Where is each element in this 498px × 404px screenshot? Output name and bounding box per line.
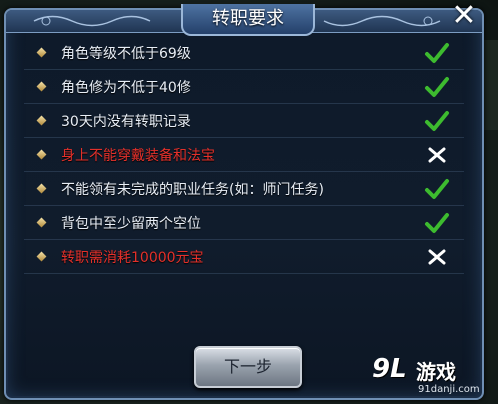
check-icon: [424, 177, 450, 201]
requirement-text: 身上不能穿戴装备和法宝: [61, 147, 215, 164]
diamond-bullet-icon: [36, 217, 47, 228]
ornament-right-icon: [323, 15, 441, 27]
requirement-row: 背包中至少留两个空位: [24, 206, 464, 240]
check-icon: [424, 75, 450, 99]
diamond-bullet-icon: [36, 47, 47, 58]
job-change-requirements-dialog: 转职要求 ✕ 角色等级不低于69级 角色修为不低于40修 30天内没有转职记录 …: [4, 0, 484, 400]
requirement-row: 角色等级不低于69级: [24, 36, 464, 70]
watermark-name: 游戏: [416, 360, 456, 384]
requirement-text: 不能领有未完成的职业任务(如：师门任务): [61, 181, 324, 198]
watermark-url: 91danji.com: [418, 384, 480, 395]
requirement-text: 转职需消耗10000元宝: [61, 249, 204, 266]
requirement-row: 身上不能穿戴装备和法宝: [24, 138, 464, 172]
requirement-row: 转职需消耗10000元宝: [24, 240, 464, 274]
site-watermark: 9L 游戏 91danji.com: [372, 354, 492, 400]
check-icon: [424, 211, 450, 235]
requirement-list: 角色等级不低于69级 角色修为不低于40修 30天内没有转职记录 身上不能穿戴装…: [24, 36, 464, 274]
requirement-text: 角色修为不低于40修: [61, 79, 191, 96]
dialog-title: 转职要求: [181, 4, 315, 36]
watermark-logo: 9L: [372, 354, 407, 384]
cross-icon: [424, 245, 450, 269]
requirement-text: 30天内没有转职记录: [61, 113, 191, 130]
diamond-bullet-icon: [36, 149, 47, 160]
diamond-bullet-icon: [36, 251, 47, 262]
diamond-bullet-icon: [36, 115, 47, 126]
requirement-row: 不能领有未完成的职业任务(如：师门任务): [24, 172, 464, 206]
requirement-text: 背包中至少留两个空位: [61, 215, 201, 232]
requirement-row: 角色修为不低于40修: [24, 70, 464, 104]
requirement-row: 30天内没有转职记录: [24, 104, 464, 138]
check-icon: [424, 41, 450, 65]
diamond-bullet-icon: [36, 183, 47, 194]
close-button[interactable]: ✕: [444, 0, 484, 34]
check-icon: [424, 109, 450, 133]
ornament-left-icon: [33, 15, 151, 27]
next-step-button[interactable]: 下一步: [194, 346, 302, 388]
cross-icon: [424, 143, 450, 167]
requirement-text: 角色等级不低于69级: [61, 45, 191, 62]
diamond-bullet-icon: [36, 81, 47, 92]
